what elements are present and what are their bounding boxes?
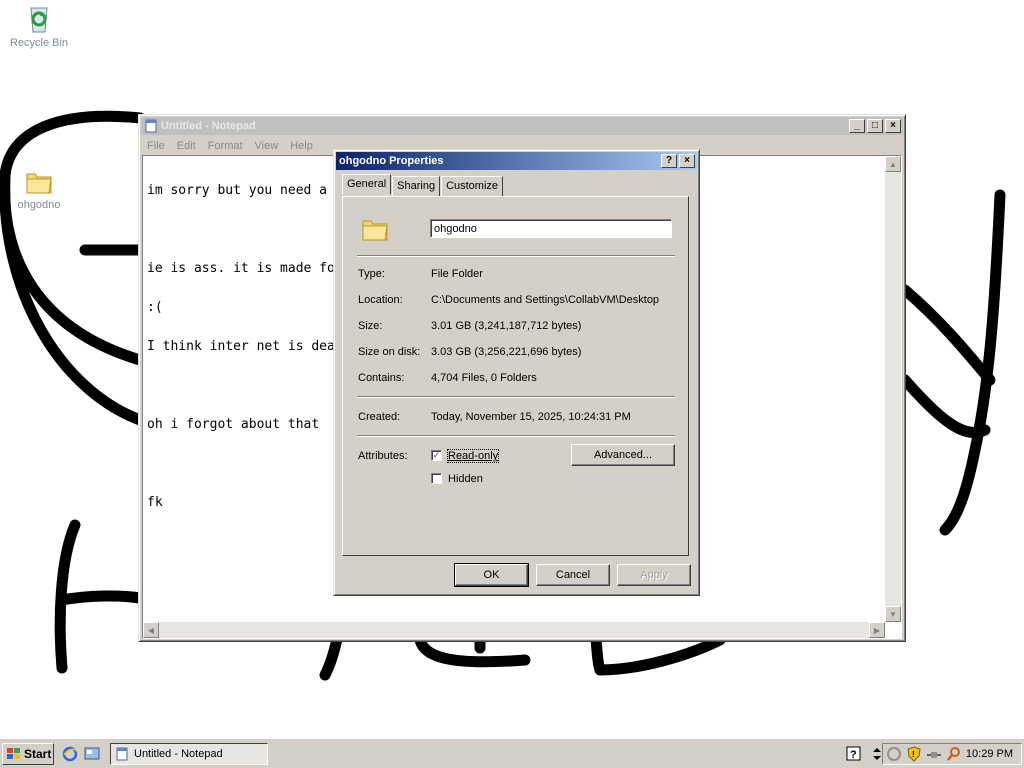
desktop-icon-label: ohgodno <box>17 199 61 211</box>
menu-help[interactable]: Help <box>284 140 319 152</box>
desktop-icon-recycle-bin[interactable]: Recycle Bin <box>1 2 77 49</box>
size-on-disk-label: Size on disk: <box>358 346 421 358</box>
connection-icon[interactable] <box>926 746 942 762</box>
folder-name-input[interactable]: ohgodno <box>430 219 672 238</box>
vertical-scrollbar[interactable]: ▲ ▼ <box>885 156 901 622</box>
menu-edit[interactable]: Edit <box>171 140 202 152</box>
hidden-label[interactable]: Hidden <box>448 473 483 485</box>
type-value: File Folder <box>431 268 483 280</box>
text-line: ie is ass. it is made fo <box>147 261 335 276</box>
created-label: Created: <box>358 411 401 423</box>
ok-button[interactable]: OK <box>454 563 529 587</box>
location-label: Location: <box>358 294 403 306</box>
text-line <box>147 379 335 392</box>
internet-explorer-icon[interactable] <box>62 746 78 762</box>
text-line: oh i forgot about that <box>147 417 320 432</box>
show-desktop-icon[interactable] <box>84 746 100 762</box>
scroll-left-button[interactable]: ◀ <box>143 622 159 638</box>
tab-customize[interactable]: Customize <box>441 176 504 196</box>
readonly-label[interactable]: Read-only <box>446 449 500 463</box>
dialog-title: ohgodno Properties <box>339 155 444 167</box>
hidden-checkbox[interactable] <box>431 473 442 484</box>
help-icon[interactable]: ? <box>846 746 862 762</box>
help-button[interactable]: ? <box>661 154 677 168</box>
notepad-text: im sorry but you need a ie is ass. it is… <box>147 158 335 535</box>
menu-format[interactable]: Format <box>202 140 249 152</box>
maximize-button[interactable]: □ <box>867 119 883 133</box>
desktop-icon-ohgodno[interactable]: ohgodno <box>1 168 77 211</box>
created-value: Today, November 15, 2025, 10:24:31 PM <box>431 411 631 423</box>
notepad-title: Untitled - Notepad <box>161 120 256 132</box>
separator <box>357 255 675 257</box>
size-value: 3.01 GB (3,241,187,712 bytes) <box>431 320 582 332</box>
tab-general[interactable]: General <box>342 174 392 194</box>
dialog-titlebar[interactable]: ohgodno Properties ? × <box>336 152 697 170</box>
network-icon[interactable] <box>886 746 902 762</box>
notepad-titlebar[interactable]: Untitled - Notepad _ □ × <box>141 117 903 135</box>
size-on-disk-value: 3.03 GB (3,256,221,696 bytes) <box>431 346 582 358</box>
search-icon[interactable] <box>946 746 962 762</box>
svg-text:!: ! <box>912 750 915 759</box>
separator <box>357 396 675 398</box>
notepad-icon <box>116 747 128 761</box>
folder-icon <box>362 220 388 241</box>
text-line: im sorry but you need a <box>147 183 328 198</box>
general-panel: ohgodno Type: File Folder Location: C:\D… <box>342 196 689 556</box>
text-line <box>147 457 335 470</box>
scroll-up-button[interactable]: ▲ <box>885 156 901 172</box>
menu-file[interactable]: File <box>141 140 171 152</box>
readonly-checkbox[interactable]: ✓ <box>431 450 442 461</box>
minimize-button[interactable]: _ <box>849 119 865 133</box>
desktop-icon-label: Recycle Bin <box>9 37 69 49</box>
desktop: Recycle Bin ohgodno Untitled - Notepad _… <box>0 0 1024 738</box>
tab-sharing[interactable]: Sharing <box>392 176 441 196</box>
properties-dialog: ohgodno Properties ? × General Sharing C… <box>333 149 700 596</box>
close-button[interactable]: × <box>885 119 901 133</box>
text-line: I think inter net is dea <box>147 339 335 354</box>
menu-view[interactable]: View <box>249 140 285 152</box>
scroll-right-button[interactable]: ▶ <box>869 622 885 638</box>
text-line: :( <box>147 300 163 315</box>
folder-icon <box>26 173 52 194</box>
system-tray: ! 10:29 PM <box>882 743 1022 765</box>
contains-value: 4,704 Files, 0 Folders <box>431 372 537 384</box>
text-line: fk <box>147 495 163 510</box>
scroll-down-button[interactable]: ▼ <box>885 606 901 622</box>
windows-logo-icon <box>7 748 20 759</box>
horizontal-scrollbar[interactable]: ◀ ▶ <box>143 622 885 638</box>
dialog-close-button[interactable]: × <box>679 154 695 168</box>
taskbar-notepad-button[interactable]: Untitled - Notepad <box>110 743 268 765</box>
attributes-label: Attributes: <box>358 450 408 462</box>
security-shield-icon[interactable]: ! <box>906 746 922 762</box>
svg-text:?: ? <box>850 749 857 761</box>
advanced-button[interactable]: Advanced... <box>571 444 675 466</box>
cancel-button[interactable]: Cancel <box>536 564 610 586</box>
location-value: C:\Documents and Settings\CollabVM\Deskt… <box>431 294 660 306</box>
clock[interactable]: 10:29 PM <box>966 748 1013 760</box>
start-label: Start <box>24 747 52 761</box>
apply-button[interactable]: Apply <box>617 564 691 586</box>
notepad-icon <box>145 119 157 133</box>
type-label: Type: <box>358 268 385 280</box>
recycle-bin-icon <box>30 7 48 33</box>
taskbar: Start Untitled - Notepad ? ! 10:29 PM <box>0 738 1024 768</box>
text-line <box>147 223 335 236</box>
taskbar-notepad-label: Untitled - Notepad <box>134 748 223 760</box>
separator <box>357 435 675 437</box>
contains-label: Contains: <box>358 372 405 384</box>
size-label: Size: <box>358 320 383 332</box>
dialog-tabs: General Sharing Customize <box>342 174 504 196</box>
start-button[interactable]: Start <box>2 743 54 765</box>
